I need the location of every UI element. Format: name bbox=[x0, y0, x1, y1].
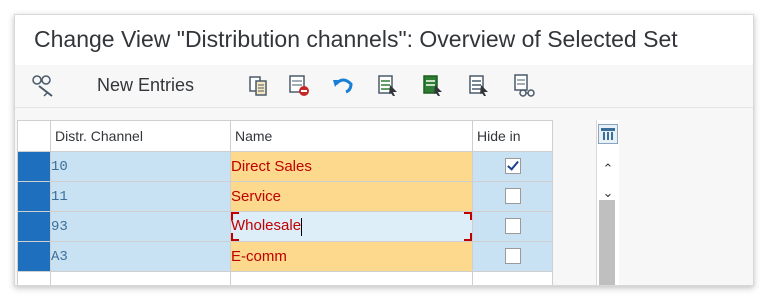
table-area: Distr. Channel Name Hide in 10 Direct Sa… bbox=[15, 108, 753, 285]
channel-name-cell[interactable]: E-comm bbox=[230, 241, 473, 272]
focus-corner bbox=[464, 233, 472, 241]
focus-corner bbox=[231, 212, 239, 220]
column-header-name[interactable]: Name bbox=[230, 120, 473, 152]
channel-code-cell: 10 bbox=[50, 151, 231, 182]
table-row-empty bbox=[17, 271, 553, 285]
table-row: 93 Wholesale bbox=[17, 211, 553, 242]
title-bar: Change View "Distribution channels": Ove… bbox=[15, 15, 753, 65]
hide-in-cell bbox=[472, 211, 553, 242]
hide-in-checkbox[interactable] bbox=[504, 188, 521, 205]
row-selector[interactable] bbox=[17, 181, 51, 212]
column-header-hide-in[interactable]: Hide in bbox=[472, 120, 553, 152]
row-selector[interactable] bbox=[17, 211, 51, 242]
hide-in-cell bbox=[472, 241, 553, 272]
hide-in-checkbox[interactable] bbox=[504, 218, 521, 235]
column-header-distr-channel[interactable]: Distr. Channel bbox=[50, 120, 231, 152]
hide-in-cell bbox=[472, 181, 553, 212]
text-cursor bbox=[301, 217, 303, 236]
application-toolbar: New Entries bbox=[15, 65, 753, 108]
focus-corner bbox=[231, 233, 239, 241]
scroll-down-icon[interactable]: ⌄ bbox=[601, 186, 615, 200]
sap-window: Change View "Distribution channels": Ove… bbox=[14, 14, 754, 286]
table-row: 11 Service bbox=[17, 181, 553, 212]
window-title: Change View "Distribution channels": Ove… bbox=[34, 26, 678, 52]
delete-icon[interactable] bbox=[286, 72, 312, 98]
empty-cell[interactable] bbox=[50, 271, 231, 285]
display-change-icon[interactable] bbox=[30, 72, 56, 98]
scrollbar-thumb[interactable] bbox=[599, 200, 615, 285]
column-settings-icon[interactable] bbox=[598, 124, 618, 144]
select-all-icon[interactable] bbox=[375, 72, 401, 98]
channel-code-cell: A3 bbox=[50, 241, 231, 272]
row-selector[interactable] bbox=[17, 151, 51, 182]
select-block-icon[interactable] bbox=[420, 72, 446, 98]
table-header-row: Distr. Channel Name Hide in bbox=[17, 120, 553, 152]
distribution-channels-table: Distr. Channel Name Hide in 10 Direct Sa… bbox=[17, 120, 553, 285]
table-row: 10 Direct Sales bbox=[17, 151, 553, 182]
vertical-scrollbar[interactable]: ⌃ ⌄ bbox=[596, 120, 619, 285]
hide-in-checkbox[interactable] bbox=[504, 248, 521, 265]
channel-name-value: Wholesale bbox=[231, 217, 302, 235]
undo-icon[interactable] bbox=[330, 72, 356, 98]
copy-as-icon[interactable] bbox=[246, 72, 272, 98]
channel-code-cell: 11 bbox=[50, 181, 231, 212]
select-all-rows-header[interactable] bbox=[17, 120, 51, 152]
channel-code-cell: 93 bbox=[50, 211, 231, 242]
print-icon[interactable] bbox=[511, 72, 537, 98]
hide-in-cell bbox=[472, 151, 553, 182]
row-selector[interactable] bbox=[17, 241, 51, 272]
empty-cell[interactable] bbox=[472, 271, 553, 285]
deselect-all-icon[interactable] bbox=[466, 72, 492, 98]
channel-name-cell[interactable]: Service bbox=[230, 181, 473, 212]
focus-corner bbox=[464, 212, 472, 220]
table-row: A3 E-comm bbox=[17, 241, 553, 272]
channel-name-cell[interactable]: Direct Sales bbox=[230, 151, 473, 182]
row-selector[interactable] bbox=[17, 271, 51, 285]
channel-name-input[interactable]: Wholesale bbox=[230, 211, 473, 242]
hide-in-checkbox[interactable] bbox=[504, 158, 521, 175]
empty-cell[interactable] bbox=[230, 271, 473, 285]
new-entries-button[interactable]: New Entries bbox=[97, 75, 194, 96]
scroll-up-icon[interactable]: ⌃ bbox=[601, 162, 615, 176]
